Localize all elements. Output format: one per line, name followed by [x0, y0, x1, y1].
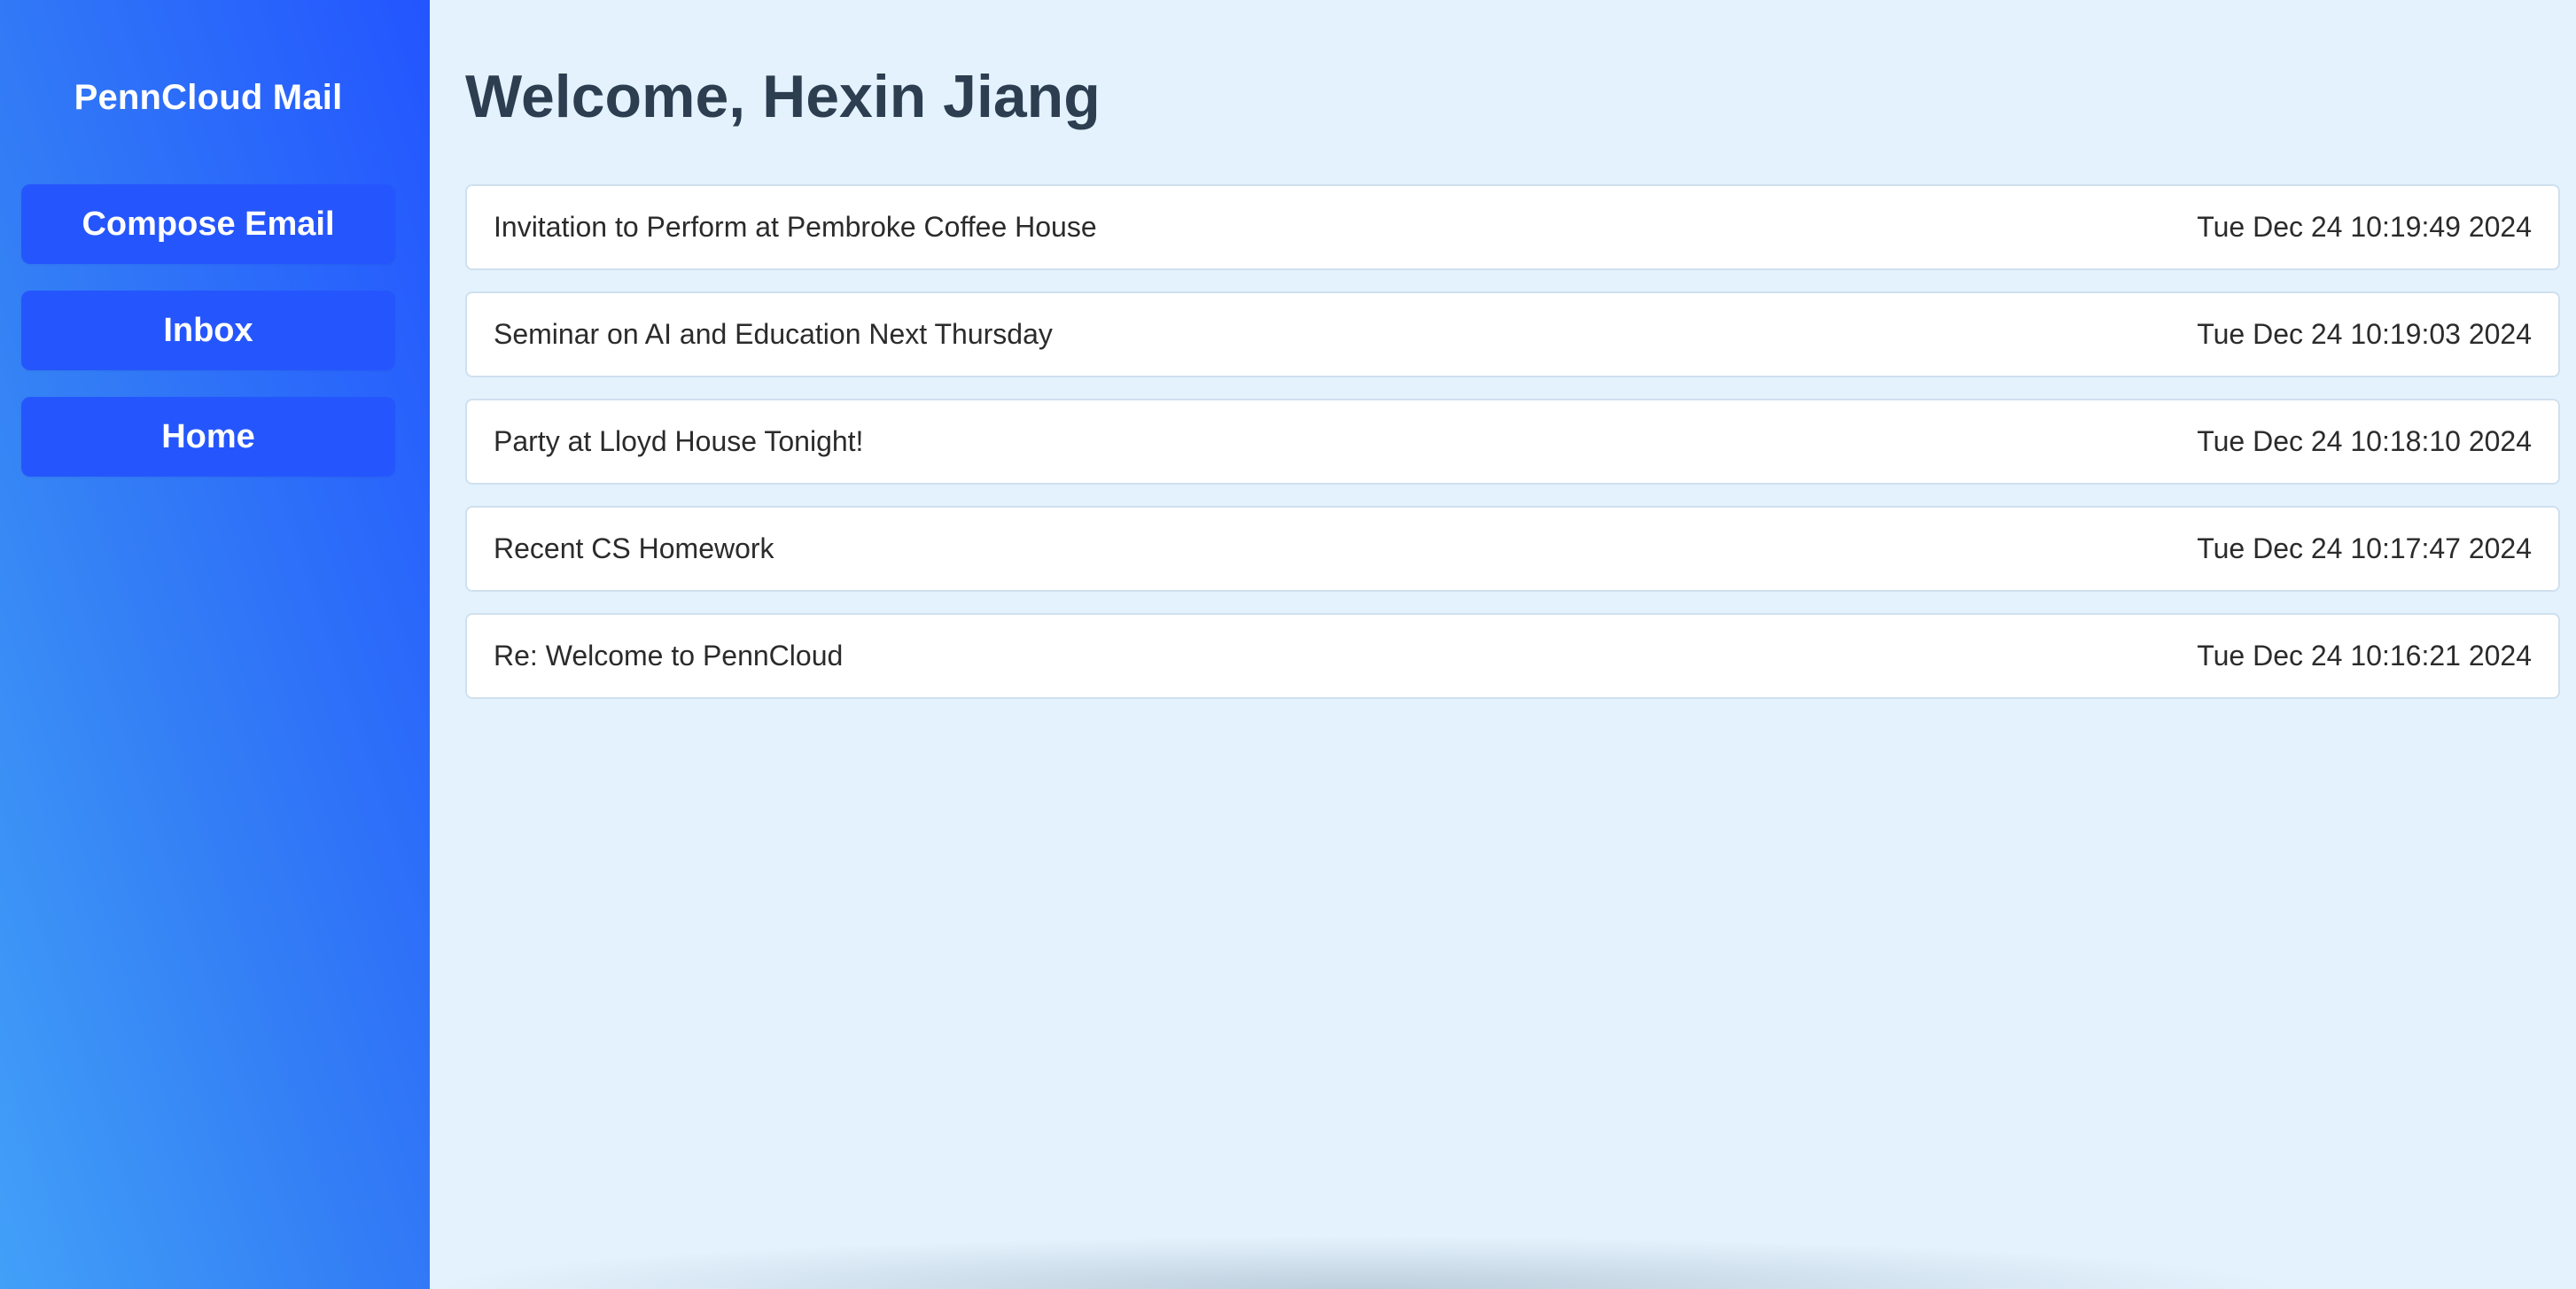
- email-date: Tue Dec 24 10:19:49 2024: [2197, 211, 2532, 243]
- email-subject: Seminar on AI and Education Next Thursda…: [494, 318, 1053, 350]
- main-content: Welcome, Hexin Jiang Invitation to Perfo…: [430, 0, 2576, 1289]
- email-date: Tue Dec 24 10:18:10 2024: [2197, 425, 2532, 457]
- email-subject: Re: Welcome to PennCloud: [494, 640, 844, 672]
- email-row[interactable]: Re: Welcome to PennCloud Tue Dec 24 10:1…: [465, 613, 2560, 699]
- email-subject: Party at Lloyd House Tonight!: [494, 425, 864, 457]
- email-row[interactable]: Recent CS Homework Tue Dec 24 10:17:47 2…: [465, 506, 2560, 592]
- bottom-shadow-decoration: [430, 1236, 2291, 1289]
- compose-email-button[interactable]: Compose Email: [21, 184, 395, 264]
- app-window: PennCloud Mail Compose Email Inbox Home …: [0, 0, 2576, 1289]
- email-row[interactable]: Invitation to Perform at Pembroke Coffee…: [465, 184, 2560, 270]
- email-date: Tue Dec 24 10:19:03 2024: [2197, 318, 2532, 350]
- sidebar: PennCloud Mail Compose Email Inbox Home: [0, 0, 430, 1289]
- page-title: Welcome, Hexin Jiang: [465, 63, 1101, 130]
- home-button[interactable]: Home: [21, 397, 395, 477]
- email-subject: Invitation to Perform at Pembroke Coffee…: [494, 211, 1097, 243]
- email-list: Invitation to Perform at Pembroke Coffee…: [465, 184, 2560, 720]
- email-row[interactable]: Party at Lloyd House Tonight! Tue Dec 24…: [465, 399, 2560, 485]
- inbox-button[interactable]: Inbox: [21, 291, 395, 370]
- email-row[interactable]: Seminar on AI and Education Next Thursda…: [465, 291, 2560, 377]
- app-title: PennCloud Mail: [74, 78, 343, 117]
- email-date: Tue Dec 24 10:17:47 2024: [2197, 532, 2532, 564]
- email-date: Tue Dec 24 10:16:21 2024: [2197, 640, 2532, 672]
- email-subject: Recent CS Homework: [494, 532, 774, 564]
